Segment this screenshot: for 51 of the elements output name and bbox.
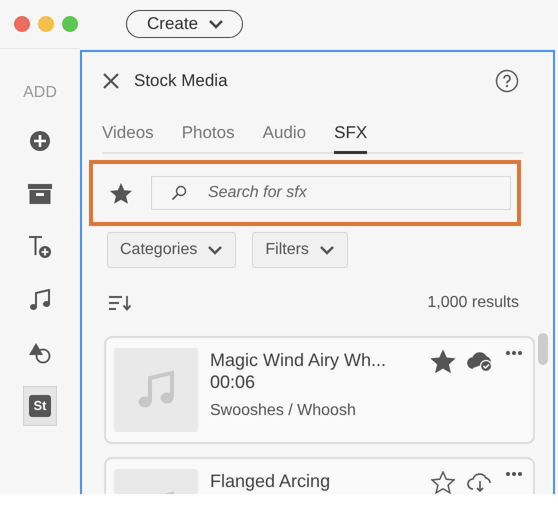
- archive-box-icon: [28, 184, 52, 204]
- help-icon: [495, 69, 519, 93]
- sound-title: Flanged Arcing: [210, 471, 332, 493]
- add-text-icon: [28, 235, 52, 259]
- more-icon: [505, 350, 523, 356]
- close-window-dot[interactable]: [14, 16, 30, 32]
- music-note-icon: [136, 370, 176, 410]
- dropdown-button[interactable]: Categories: [107, 232, 236, 268]
- stock-button[interactable]: St: [23, 386, 57, 426]
- tab[interactable]: SFX: [334, 114, 368, 154]
- zoom-window-dot[interactable]: [62, 16, 78, 32]
- plus-circle-icon: [29, 130, 51, 152]
- star-icon: [109, 182, 133, 204]
- help-button[interactable]: [495, 69, 519, 93]
- search-field[interactable]: Search for sfx: [151, 176, 511, 210]
- tab[interactable]: Audio: [262, 114, 306, 154]
- chevron-down-icon: [208, 18, 224, 30]
- close-button[interactable]: [102, 72, 120, 90]
- sidebar-heading: ADD: [23, 83, 57, 103]
- more-button[interactable]: [505, 350, 523, 356]
- chevron-down-icon: [207, 244, 224, 256]
- star-icon: [431, 350, 455, 373]
- cloud-check-icon: [467, 350, 493, 372]
- cloud-download-icon: [467, 471, 493, 493]
- sound-duration: 00:06: [210, 372, 256, 394]
- results-count: 1,000 results: [427, 293, 519, 313]
- cloud-button[interactable]: [467, 471, 493, 493]
- tab[interactable]: Videos: [102, 114, 154, 154]
- sound-card[interactable]: Magic Wind Airy Wh... 00:06 Swooshes / Whoosh: [104, 336, 535, 444]
- sound-category: Swooshes / Whoosh: [210, 401, 357, 420]
- favorites-button[interactable]: [109, 182, 133, 204]
- minimize-window-dot[interactable]: [38, 16, 54, 32]
- scrollbar-thumb[interactable]: [538, 333, 548, 365]
- more-icon: [505, 471, 523, 477]
- sound-title: Magic Wind Airy Wh...: [210, 350, 388, 372]
- favorite-button[interactable]: [431, 350, 455, 373]
- dropdown-button[interactable]: Filters: [252, 232, 348, 268]
- favorite-button[interactable]: [431, 471, 455, 494]
- sort-button[interactable]: [109, 295, 131, 311]
- sort-icon: [109, 295, 131, 311]
- cloud-button[interactable]: [467, 350, 493, 372]
- sound-card[interactable]: Flanged Arcing: [104, 457, 535, 494]
- panel-title: Stock Media: [134, 70, 229, 92]
- more-button[interactable]: [505, 471, 523, 477]
- close-icon: [102, 72, 120, 90]
- star-outline-icon: [431, 471, 455, 494]
- music-note-icon: [29, 289, 51, 311]
- create-dropdown-button[interactable]: Create: [126, 10, 244, 38]
- tab[interactable]: Photos: [182, 114, 235, 154]
- chevron-down-icon: [318, 244, 335, 256]
- shapes-icon: [28, 342, 52, 364]
